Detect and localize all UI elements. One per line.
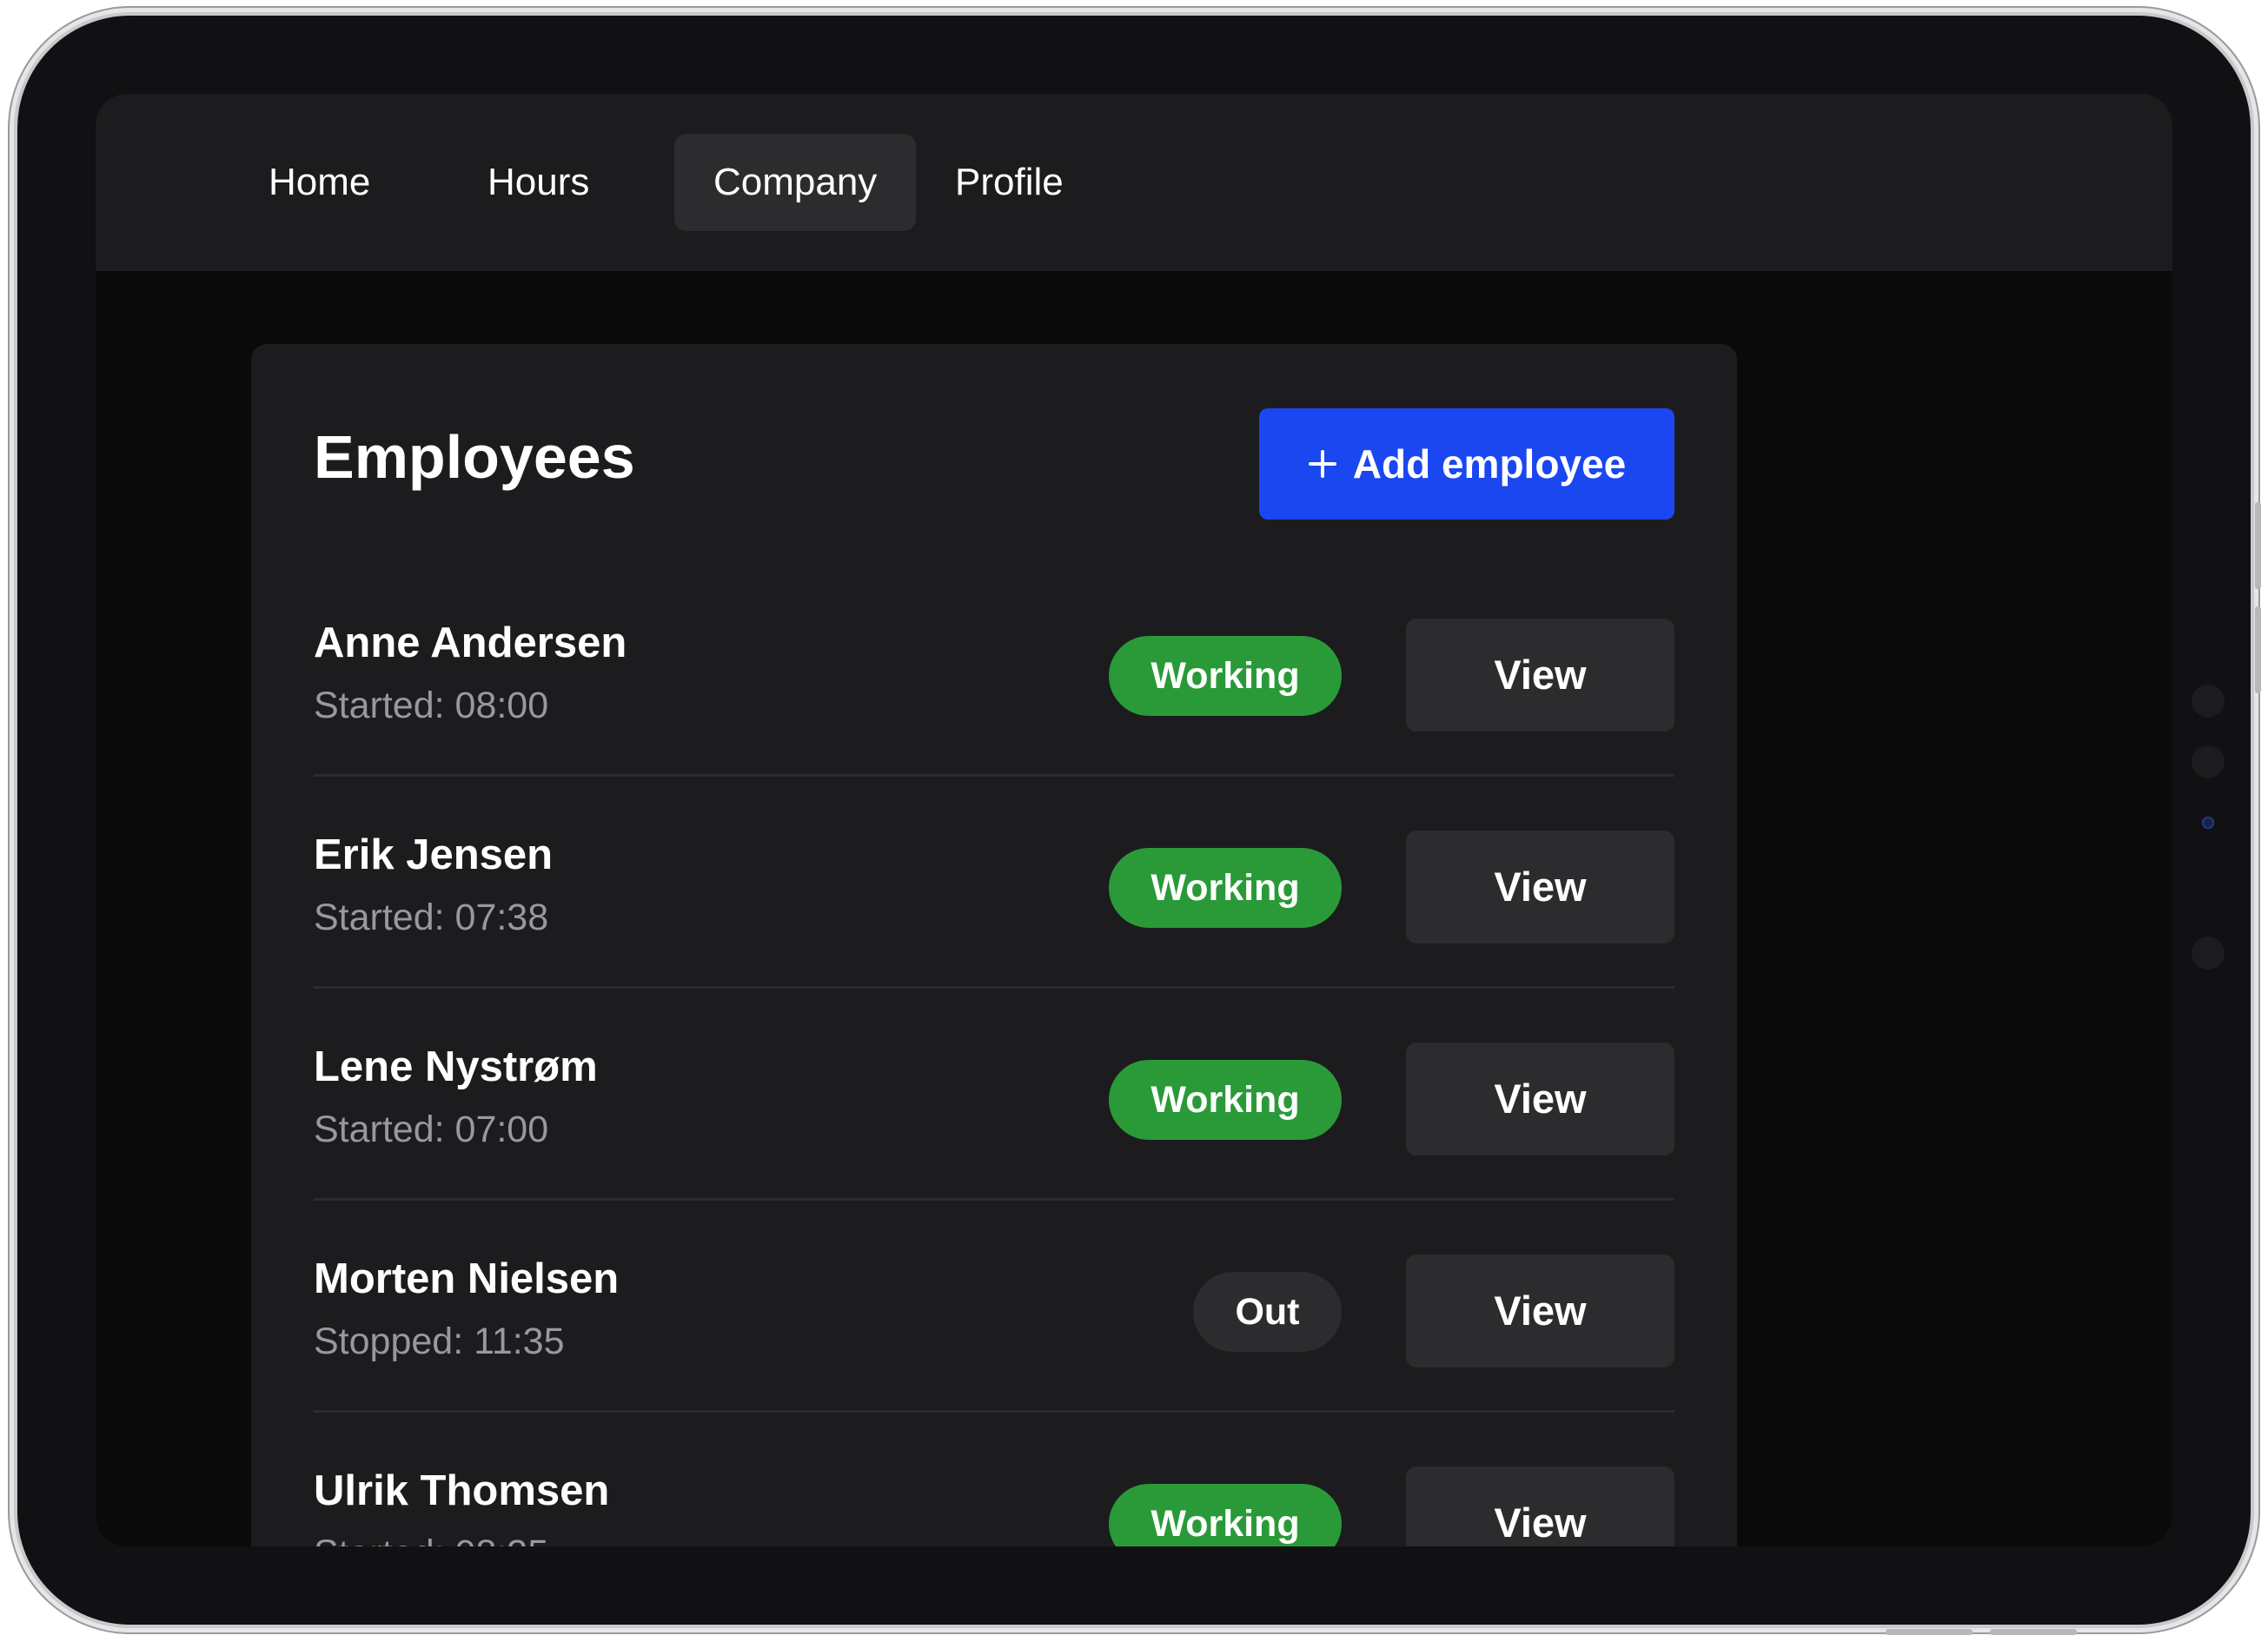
employee-time: Started: 08:35 [314, 1533, 548, 1546]
status-badge: Working [1109, 848, 1342, 928]
camera-icon [2202, 817, 2214, 829]
volume-up-button [2255, 502, 2261, 589]
employee-name: Lene Nystrøm [314, 1043, 598, 1090]
employee-row: Ulrik Thomsen Started: 08:35 Working Vie… [314, 1413, 1674, 1546]
nav-company[interactable]: Company [674, 134, 917, 231]
power-button [1990, 1629, 2077, 1635]
app-screen: Home Hours Company Profile Employees Add… [96, 94, 2172, 1546]
employee-name: Ulrik Thomsen [314, 1467, 610, 1514]
nav-profile[interactable]: Profile [916, 134, 1103, 231]
employees-card: Employees Add employee Anne Andersen Sta… [251, 344, 1737, 1546]
employee-row: Erik Jensen Started: 07:38 Working View [314, 777, 1674, 989]
employee-row: Lene Nystrøm Started: 07:00 Working View [314, 989, 1674, 1201]
tablet-frame: Home Hours Company Profile Employees Add… [17, 16, 2261, 1635]
view-button[interactable]: View [1406, 619, 1674, 732]
employee-time: Started: 07:38 [314, 897, 549, 938]
status-badge: Out [1193, 1272, 1342, 1352]
employee-time: Stopped: 11:35 [314, 1321, 565, 1362]
volume-down-button [2255, 606, 2261, 693]
sensor-dot [2192, 685, 2225, 718]
view-button[interactable]: View [1406, 1255, 1674, 1367]
page-title: Employees [314, 423, 635, 491]
status-badge: Working [1109, 1484, 1342, 1546]
top-button [1886, 1629, 1973, 1635]
employee-name: Erik Jensen [314, 831, 554, 878]
view-button[interactable]: View [1406, 831, 1674, 943]
employee-row: Anne Andersen Started: 08:00 Working Vie… [314, 565, 1674, 777]
status-badge: Working [1109, 636, 1342, 716]
employee-name: Morten Nielsen [314, 1255, 620, 1302]
sensor-dot [2192, 745, 2225, 778]
add-employee-label: Add employee [1352, 441, 1627, 487]
employee-time: Started: 07:00 [314, 1109, 549, 1150]
employee-time: Started: 08:00 [314, 685, 549, 726]
employee-name: Anne Andersen [314, 619, 627, 666]
top-navigation: Home Hours Company Profile [96, 94, 2172, 271]
view-button[interactable]: View [1406, 1467, 1674, 1546]
employee-row: Morten Nielsen Stopped: 11:35 Out View [314, 1201, 1674, 1413]
plus-icon [1308, 450, 1336, 478]
nav-home[interactable]: Home [229, 134, 409, 231]
add-employee-button[interactable]: Add employee [1259, 408, 1674, 520]
view-button[interactable]: View [1406, 1043, 1674, 1155]
status-badge: Working [1109, 1060, 1342, 1140]
sensor-dot [2192, 937, 2225, 970]
nav-hours[interactable]: Hours [448, 134, 628, 231]
